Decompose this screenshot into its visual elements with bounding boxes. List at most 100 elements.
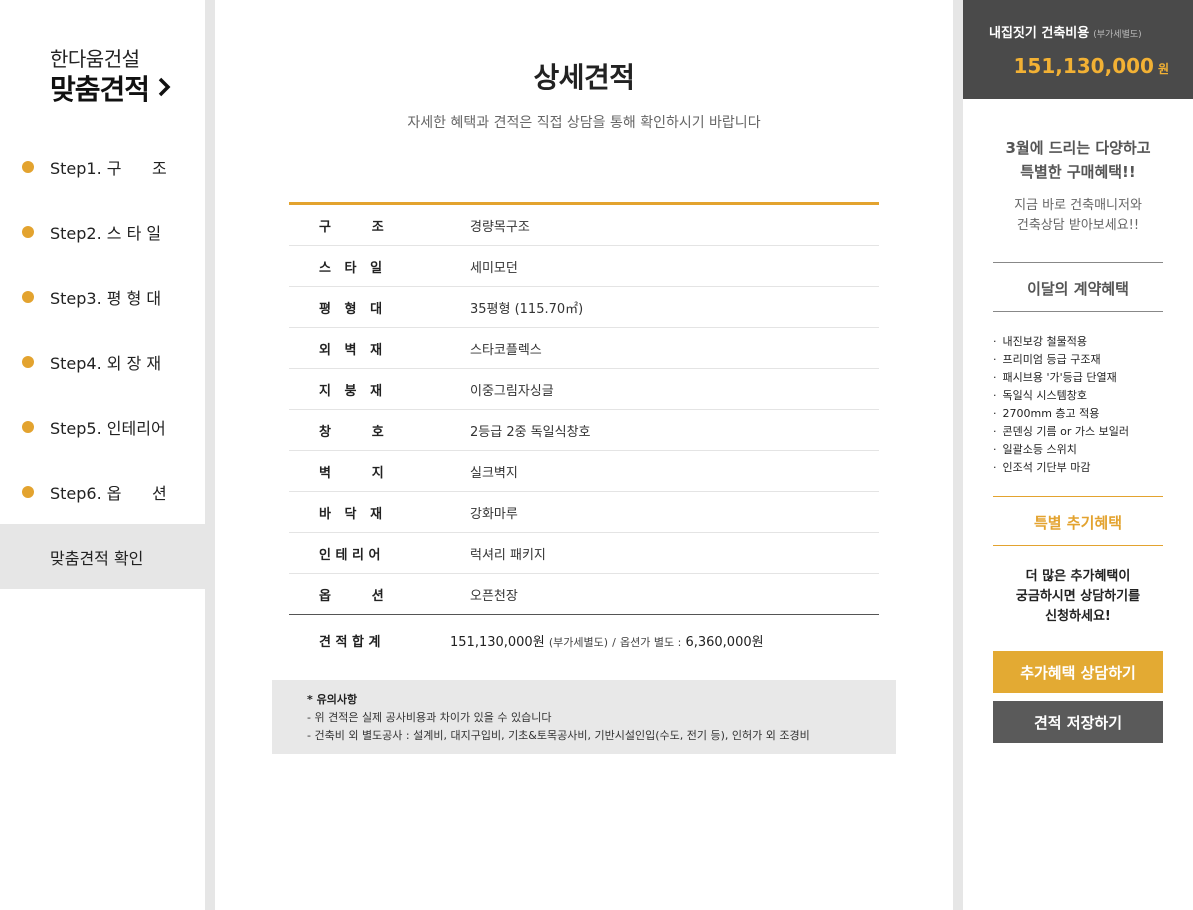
table-row: 외 벽 재 스타코플렉스 bbox=[289, 328, 879, 369]
special-benefit-title: 특별 추기혜택 bbox=[1033, 514, 1123, 532]
save-estimate-button[interactable]: 견적 저장하기 bbox=[993, 701, 1163, 743]
estimate-table: 구 조 경량목구조 스 타 일 세미모던 평 형 대 35평형 (115.70㎡) 외… bbox=[289, 202, 879, 615]
cost-unit: 원 bbox=[1157, 62, 1169, 76]
row-label: 외 벽 재 bbox=[319, 342, 383, 358]
extra-line: 신청하세요! bbox=[1045, 609, 1111, 624]
total-option-price: 6,360,000원 bbox=[685, 634, 764, 650]
total-price: 151,130,000원 bbox=[450, 634, 545, 650]
step-dot-icon bbox=[22, 485, 34, 498]
row-value: 이중그림자싱글 bbox=[470, 383, 554, 399]
promo-line: 특별한 구매혜택!! bbox=[1020, 163, 1136, 181]
row-label: 벽 지 bbox=[319, 465, 384, 481]
row-label: 구 조 bbox=[319, 219, 384, 235]
sidebar-item-step4[interactable]: Step4. 외 장 재 bbox=[0, 329, 205, 394]
table-row: 창 호 2등급 2중 독일식창호 bbox=[289, 410, 879, 451]
benefit-list: 내진보강 철물적용 프리미엄 등급 구조재 패시브용 '가'등급 단열재 독일식… bbox=[993, 333, 1183, 477]
row-value: 강화마루 bbox=[470, 506, 518, 522]
consult-button[interactable]: 추가혜택 상담하기 bbox=[993, 651, 1163, 693]
table-row: 벽 지 실크벽지 bbox=[289, 451, 879, 492]
brand-subtitle: 한다움건설 bbox=[50, 47, 140, 71]
list-item: 독일식 시스템창호 bbox=[993, 387, 1183, 405]
step-dot-icon bbox=[22, 420, 34, 433]
table-row: 평 형 대 35평형 (115.70㎡) bbox=[289, 287, 879, 328]
row-label: 지 붕 재 bbox=[319, 383, 383, 399]
list-item: 패시브용 '가'등급 단열재 bbox=[993, 369, 1183, 387]
right-panel: 내집짓기 건축비용 (부가세별도) 151,130,000 원 3월에 드리는 다양… bbox=[963, 0, 1193, 910]
row-value: 세미모던 bbox=[470, 260, 518, 276]
sidebar-item-confirm[interactable]: 맞춤견적 확인 bbox=[0, 524, 205, 589]
step-label: 맞춤견적 확인 bbox=[50, 548, 144, 568]
extra-benefit-text: 더 많은 추가혜택이 궁금하시면 상담하기를 신청하세요! bbox=[963, 567, 1193, 627]
step-list: Step1. 구 조 Step2. 스 타 일 Step3. 평 형 대 Ste… bbox=[0, 134, 205, 589]
promo-heading: 3월에 드리는 다양하고 특별한 구매혜택!! bbox=[963, 136, 1193, 184]
total-separator: / bbox=[612, 635, 616, 649]
brand-title-text: 맞춤견적 bbox=[50, 73, 150, 106]
row-label: 인 테 리 어 bbox=[319, 547, 381, 563]
monthly-benefit-title: 이달의 계약혜택 bbox=[1027, 280, 1129, 298]
table-row: 지 붕 재 이중그림자싱글 bbox=[289, 369, 879, 410]
step-label: Step4. 외 장 재 bbox=[50, 353, 162, 373]
total-row: 견 적 합 계 151,130,000원 (부가세별도) / 옵션가 별도 : … bbox=[289, 618, 879, 662]
divider bbox=[993, 545, 1163, 546]
table-row: 인 테 리 어 럭셔리 패키지 bbox=[289, 533, 879, 574]
step-dot-icon bbox=[22, 225, 34, 238]
step-dot-icon bbox=[22, 160, 34, 173]
list-item: 내진보강 철물적용 bbox=[993, 333, 1183, 351]
divider bbox=[993, 311, 1163, 312]
step-label: Step1. 구 조 bbox=[50, 158, 167, 178]
list-item: 인조석 기단부 마감 bbox=[993, 459, 1183, 477]
total-vat: (부가세별도) bbox=[548, 635, 608, 649]
divider bbox=[993, 262, 1163, 263]
sidebar-item-step1[interactable]: Step1. 구 조 bbox=[0, 134, 205, 199]
cost-summary: 내집짓기 건축비용 (부가세별도) 151,130,000 원 bbox=[963, 0, 1193, 99]
step-label: Step3. 평 형 대 bbox=[50, 288, 162, 308]
brand-title[interactable]: 맞춤견적 bbox=[50, 72, 171, 108]
promo-sub-line: 건축상담 받아보세요!! bbox=[1016, 218, 1140, 233]
step-label: Step5. 인테리어 bbox=[50, 418, 166, 438]
row-value: 실크벽지 bbox=[470, 465, 518, 481]
cost-vat: (부가세별도) bbox=[1093, 30, 1142, 40]
notice-box: * 유의사항 - 위 견적은 실제 공사비용과 차이가 있을 수 있습니다 - … bbox=[272, 680, 896, 754]
total-value: 151,130,000원 (부가세별도) / 옵션가 별도 : 6,360,00… bbox=[450, 631, 764, 650]
step-dot-icon bbox=[22, 355, 34, 368]
row-label: 바 닥 재 bbox=[319, 506, 383, 522]
row-label: 평 형 대 bbox=[319, 301, 383, 317]
notice-line: - 위 견적은 실제 공사비용과 차이가 있을 수 있습니다 bbox=[307, 711, 552, 724]
notice-title: * 유의사항 bbox=[307, 693, 358, 706]
cost-label: 내집짓기 건축비용 (부가세별도) bbox=[989, 22, 1142, 41]
row-value: 럭셔리 패키지 bbox=[470, 547, 546, 563]
sidebar-item-step3[interactable]: Step3. 평 형 대 bbox=[0, 264, 205, 329]
row-value: 35평형 (115.70㎡) bbox=[470, 301, 584, 317]
sidebar-item-step2[interactable]: Step2. 스 타 일 bbox=[0, 199, 205, 264]
row-value: 스타코플렉스 bbox=[470, 342, 542, 358]
divider bbox=[993, 496, 1163, 497]
extra-line: 궁금하시면 상담하기를 bbox=[1015, 589, 1141, 604]
step-dot-icon bbox=[22, 290, 34, 303]
list-item: 콘덴싱 기름 or 가스 보일러 bbox=[993, 423, 1183, 441]
sidebar-item-step5[interactable]: Step5. 인테리어 bbox=[0, 394, 205, 459]
row-value: 경량목구조 bbox=[470, 219, 530, 235]
page-title: 상세견적 bbox=[533, 61, 635, 94]
total-option-label: 옵션가 별도 : bbox=[620, 635, 682, 649]
page-subtitle: 자세한 혜택과 견적은 직접 상담을 통해 확인하시기 바랍니다 bbox=[407, 115, 761, 131]
brand[interactable]: 한다움건설 맞춤견적 bbox=[50, 46, 171, 108]
promo-subtext: 지금 바로 건축매니저와 건축상담 받아보세요!! bbox=[963, 196, 1193, 236]
row-value: 오픈천장 bbox=[470, 588, 518, 604]
extra-line: 더 많은 추가혜택이 bbox=[1025, 569, 1131, 584]
cost-amount: 151,130,000 bbox=[1013, 54, 1154, 78]
table-row: 바 닥 재 강화마루 bbox=[289, 492, 879, 533]
main-content: 상세견적 자세한 혜택과 견적은 직접 상담을 통해 확인하시기 바랍니다 구 … bbox=[215, 0, 953, 910]
sidebar-item-step6[interactable]: Step6. 옵 션 bbox=[0, 459, 205, 524]
list-item: 일괄소등 스위치 bbox=[993, 441, 1183, 459]
table-row: 구 조 경량목구조 bbox=[289, 205, 879, 246]
cost-value: 151,130,000 원 bbox=[1014, 54, 1170, 78]
sidebar: 한다움건설 맞춤견적 Step1. 구 조 Step2. 스 타 일 Step3… bbox=[0, 0, 205, 910]
table-row: 옵 션 오픈천장 bbox=[289, 574, 879, 615]
table-row: 스 타 일 세미모던 bbox=[289, 246, 879, 287]
step-label: Step2. 스 타 일 bbox=[50, 223, 162, 243]
row-label: 스 타 일 bbox=[319, 260, 383, 276]
row-value: 2등급 2중 독일식창호 bbox=[470, 424, 591, 440]
row-label: 옵 션 bbox=[319, 588, 384, 604]
cost-label-text: 내집짓기 건축비용 bbox=[989, 26, 1090, 41]
promo-sub-line: 지금 바로 건축매니저와 bbox=[1014, 198, 1142, 213]
